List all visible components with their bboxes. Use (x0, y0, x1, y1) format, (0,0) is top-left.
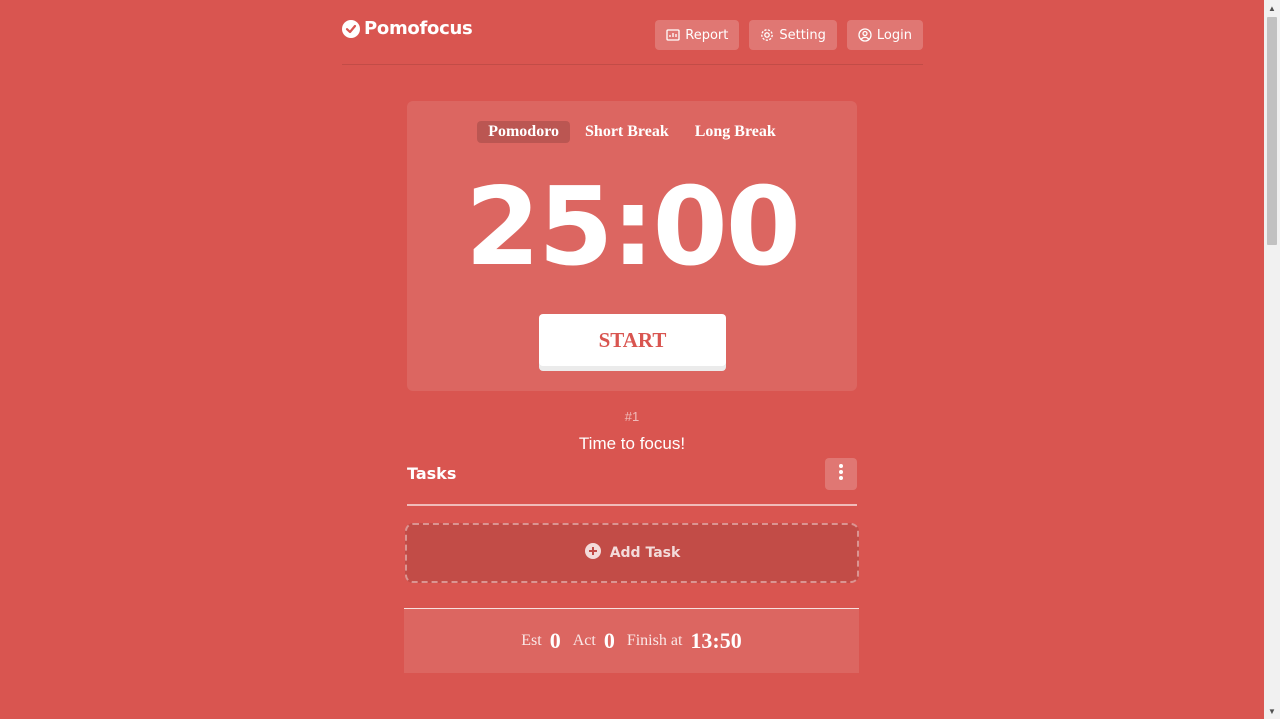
start-button[interactable]: START (539, 314, 726, 366)
gear-icon (760, 28, 774, 42)
scroll-up-icon[interactable]: ▲ (1264, 0, 1280, 16)
more-vertical-icon (838, 463, 844, 486)
finish-label: Finish at (626, 632, 683, 649)
session-stats: Est 0 Act 0 Finish at 13:50 (404, 608, 859, 673)
setting-label: Setting (779, 27, 826, 43)
tab-long-break[interactable]: Long Break (684, 121, 787, 143)
app-header: Pomofocus Report Setting Login (342, 0, 923, 65)
login-button[interactable]: Login (846, 20, 923, 50)
setting-button[interactable]: Setting (749, 20, 837, 50)
check-circle-icon (342, 19, 360, 38)
act-label: Act (572, 632, 596, 649)
add-task-button[interactable]: Add Task (405, 523, 859, 583)
report-label: Report (685, 27, 729, 43)
tasks-menu-button[interactable] (825, 458, 857, 490)
login-label: Login (876, 27, 912, 43)
user-circle-icon (858, 28, 872, 42)
tab-pomodoro[interactable]: Pomodoro (477, 121, 571, 143)
focus-message: Time to focus! (578, 434, 686, 453)
mode-tabs: Pomodoro Short Break Long Break (407, 121, 857, 143)
scroll-down-icon[interactable]: ▼ (1264, 703, 1280, 719)
est-label: Est (521, 632, 542, 649)
chart-icon (666, 28, 680, 42)
add-task-label: Add Task (609, 545, 681, 561)
app-logo[interactable]: Pomofocus (342, 18, 473, 39)
tasks-title: Tasks (407, 464, 457, 483)
tasks-header: Tasks (407, 458, 857, 506)
round-number[interactable]: #1 (0, 409, 1264, 424)
tab-short-break[interactable]: Short Break (574, 121, 680, 143)
scroll-thumb[interactable] (1267, 17, 1277, 245)
est-value: 0 (549, 628, 561, 653)
timer-card: Pomodoro Short Break Long Break 25:00 ST… (407, 101, 857, 391)
finish-time: 13:50 (690, 628, 742, 653)
report-button[interactable]: Report (655, 20, 740, 50)
act-value: 0 (603, 628, 615, 653)
app-name: Pomofocus (364, 18, 473, 39)
plus-circle-icon (584, 542, 602, 564)
page-scrollbar[interactable]: ▲ ▼ (1264, 0, 1280, 719)
timer-display: 25:00 (465, 165, 801, 290)
header-nav: Report Setting Login (655, 20, 923, 50)
